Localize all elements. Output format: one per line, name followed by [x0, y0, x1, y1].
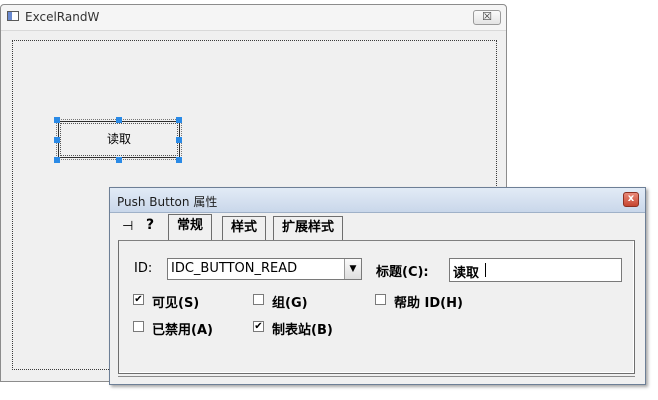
- visible-checkbox[interactable]: ✔: [133, 294, 144, 305]
- tab-general[interactable]: 常规: [168, 214, 213, 240]
- resize-handle-br[interactable]: [176, 157, 182, 163]
- id-combobox[interactable]: IDC_BUTTON_READ ▼: [167, 258, 362, 280]
- resize-handle-mr[interactable]: [176, 137, 182, 143]
- window-close-button[interactable]: ☒: [473, 10, 501, 25]
- read-button[interactable]: 读取: [56, 119, 182, 160]
- id-label: ID:: [134, 261, 153, 276]
- resize-handle-tl[interactable]: [54, 117, 60, 123]
- app-window-icon: [7, 11, 19, 21]
- tab-styles[interactable]: 样式: [222, 216, 267, 240]
- resize-handle-tr[interactable]: [176, 117, 182, 123]
- properties-close-button[interactable]: x: [623, 192, 639, 207]
- resize-handle-bl[interactable]: [54, 157, 60, 163]
- disabled-label: 已禁用(A): [152, 323, 213, 338]
- help-id-label: 帮助 ID(H): [394, 296, 463, 311]
- dropdown-arrow-icon[interactable]: ▼: [344, 259, 361, 279]
- window-title: ExcelRandW: [25, 10, 100, 24]
- group-label: 组(G): [272, 296, 308, 311]
- caption-label: 标题(C):: [376, 265, 429, 280]
- tabstop-label: 制表站(B): [272, 323, 333, 338]
- resize-handle-tm[interactable]: [116, 117, 122, 123]
- divider: [118, 376, 635, 377]
- help-icon[interactable]: ?: [146, 217, 154, 233]
- caption-value: 读取: [453, 266, 480, 281]
- resize-handle-ml[interactable]: [54, 137, 60, 143]
- tab-extended-styles[interactable]: 扩展样式: [273, 216, 344, 240]
- help-id-checkbox[interactable]: [375, 294, 386, 305]
- tabstop-checkbox[interactable]: ✔: [253, 321, 264, 332]
- properties-title-bar: Push Button 属性 x: [110, 188, 645, 213]
- push-button-properties-dialog: Push Button 属性 x ⊣ ? 常规 样式 扩展样式 ID: IDC_…: [109, 187, 646, 385]
- disabled-checkbox[interactable]: [133, 321, 144, 332]
- group-checkbox[interactable]: [253, 294, 264, 305]
- text-caret: [485, 263, 486, 277]
- caption-input[interactable]: 读取: [449, 258, 622, 282]
- visible-label: 可见(S): [152, 296, 200, 311]
- title-bar: ExcelRandW ☒: [1, 5, 506, 31]
- id-value: IDC_BUTTON_READ: [171, 261, 298, 276]
- pin-icon[interactable]: ⊣: [122, 219, 133, 234]
- properties-title: Push Button 属性: [117, 195, 218, 209]
- resize-handle-bm[interactable]: [116, 157, 122, 163]
